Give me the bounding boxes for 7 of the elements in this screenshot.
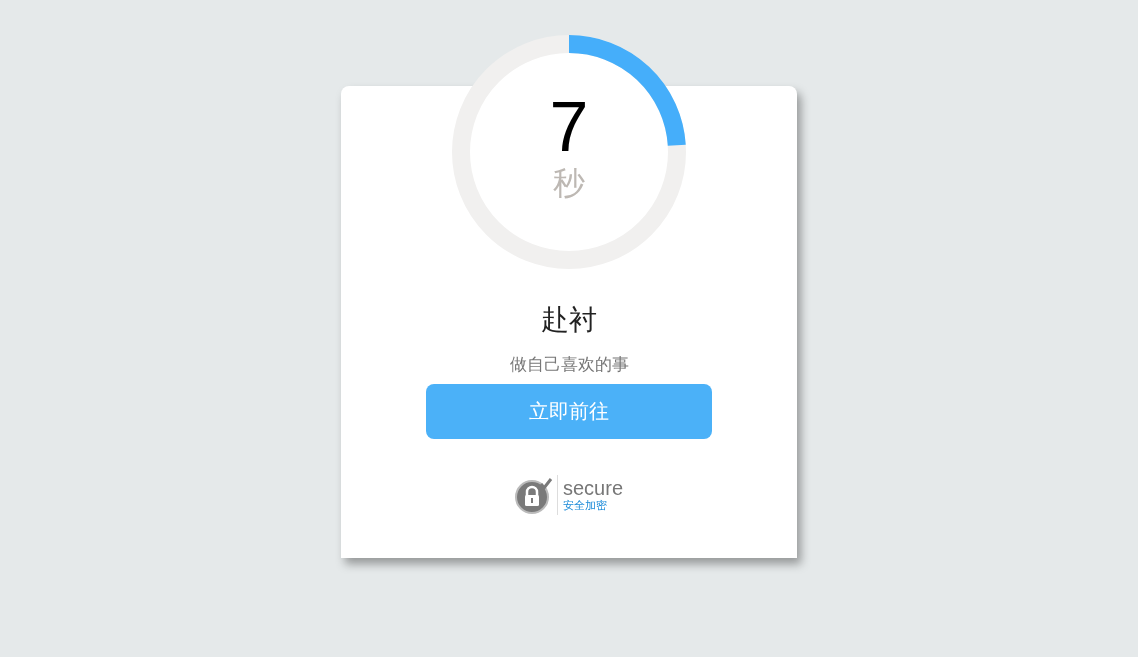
padlock-check-icon — [515, 476, 553, 514]
title: 赴衬 — [541, 303, 597, 337]
go-button[interactable]: 立即前往 — [426, 384, 712, 439]
secure-caption: 安全加密 — [563, 498, 608, 512]
subtitle: 做自己喜欢的事 — [509, 354, 629, 376]
secure-label: secure — [563, 478, 623, 498]
countdown-unit: 秒 — [553, 164, 585, 202]
